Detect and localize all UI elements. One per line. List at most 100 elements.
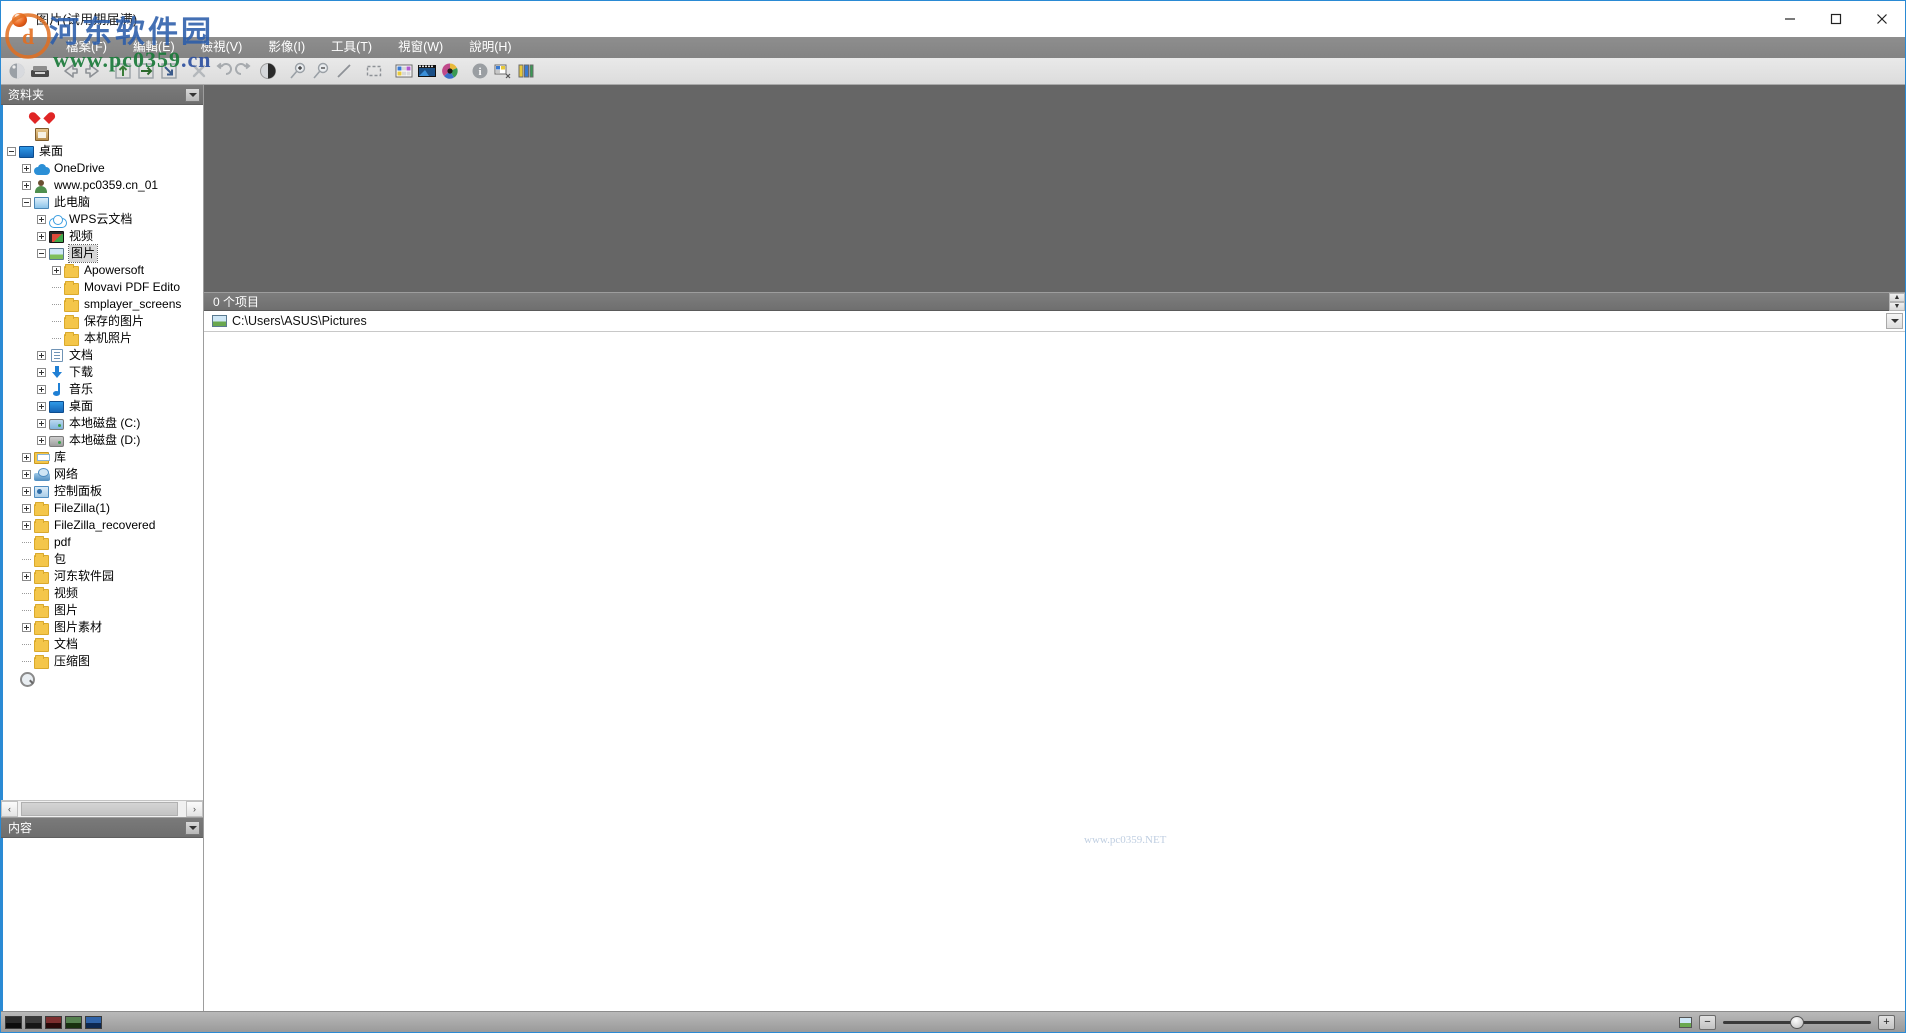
tree-item[interactable]: WPS云文档 [3,211,203,228]
tree-item[interactable]: 视频 [3,585,203,602]
delete-icon[interactable] [187,60,210,83]
tree-item[interactable]: 桌面 [3,143,203,160]
hscroll-thumb[interactable] [21,802,178,816]
tree-item[interactable]: 桌面 [3,398,203,415]
expand-icon[interactable] [37,419,46,428]
collapse-icon[interactable] [37,249,46,258]
zoom-slider[interactable] [1723,1015,1871,1030]
expand-icon[interactable] [37,368,46,377]
chevron-down-icon[interactable] [185,87,200,102]
file-list-area[interactable]: www.pc0359.NET [204,332,1905,1011]
zoom-slider-thumb[interactable] [1790,1015,1804,1029]
rotate-left-icon[interactable] [210,60,233,83]
expand-icon[interactable] [37,215,46,224]
tree-item[interactable]: 图片 [3,244,203,263]
thumb-5[interactable] [85,1015,102,1029]
move-right-icon[interactable] [134,60,157,83]
settings-icon[interactable] [438,60,461,83]
zoom-out-button[interactable]: − [1699,1014,1716,1030]
expand-icon[interactable] [22,623,31,632]
menu-item-tools[interactable]: 工具(T) [318,37,385,58]
expand-icon[interactable] [22,487,31,496]
tree-item[interactable]: pdf [3,534,203,551]
tree-item[interactable] [3,670,203,687]
zoom-in-icon[interactable] [286,60,309,83]
scanner-icon[interactable] [28,60,51,83]
tree-item[interactable]: 文档 [3,636,203,653]
expand-icon[interactable] [22,181,31,190]
crop-icon[interactable] [362,60,385,83]
menu-item-image[interactable]: 影像(I) [255,37,318,58]
rotate-right-icon[interactable] [233,60,256,83]
tree-item[interactable]: www.pc0359.cn_01 [3,177,203,194]
menu-item-view[interactable]: 檢視(V) [188,37,256,58]
zoom-in-button[interactable]: + [1878,1014,1895,1030]
tree-item[interactable]: 包 [3,551,203,568]
tree-item[interactable]: OneDrive [3,160,203,177]
tree-horizontal-scrollbar[interactable]: ‹ › [1,800,203,817]
expand-icon[interactable] [22,521,31,530]
hscroll-track[interactable] [18,801,186,817]
previous-image-icon[interactable] [58,60,81,83]
contrast-icon[interactable] [256,60,279,83]
minimize-button[interactable] [1767,1,1813,37]
tree-item[interactable] [3,109,203,126]
menu-item-edit[interactable]: 編輯(E) [120,37,188,58]
expand-icon[interactable] [22,572,31,581]
thumbnails-icon[interactable] [392,60,415,83]
tree-item[interactable]: 下载 [3,364,203,381]
maximize-button[interactable] [1813,1,1859,37]
thumb-3[interactable] [45,1015,62,1029]
tree-item[interactable]: 本机照片 [3,330,203,347]
expand-icon[interactable] [22,164,31,173]
tree-item[interactable]: 河东软件园 [3,568,203,585]
expand-icon[interactable] [22,470,31,479]
scroll-up-button[interactable]: ▲ [1889,293,1905,302]
tree-item[interactable]: smplayer_screens [3,296,203,313]
scroll-left-button[interactable]: ‹ [1,801,18,817]
browser-icon[interactable] [5,60,28,83]
expand-icon[interactable] [37,436,46,445]
thumb-2[interactable] [25,1015,42,1029]
tree-item[interactable]: Movavi PDF Edito [3,279,203,296]
expand-icon[interactable] [37,232,46,241]
thumb-4[interactable] [65,1015,82,1029]
tree-item[interactable]: 图片 [3,602,203,619]
menu-item-help[interactable]: 說明(H) [456,37,524,58]
filmstrip-icon[interactable] [415,60,438,83]
tree-item[interactable]: 库 [3,449,203,466]
list-scroll-arrows[interactable]: ▲ ▼ [1889,293,1905,311]
chevron-down-icon[interactable] [1886,313,1903,329]
tree-item[interactable]: 视频 [3,228,203,245]
expand-icon[interactable] [37,351,46,360]
expand-icon[interactable] [22,453,31,462]
zoom-out-icon[interactable] [309,60,332,83]
tree-item[interactable]: 文档 [3,347,203,364]
expand-icon[interactable] [52,266,61,275]
tree-item[interactable]: 保存的图片 [3,313,203,330]
image-preview-area[interactable] [204,85,1905,293]
batch-icon[interactable] [491,60,514,83]
tree-item[interactable]: 控制面板 [3,483,203,500]
scroll-down-button[interactable]: ▼ [1889,302,1905,311]
path-bar[interactable]: C:\Users\ASUS\Pictures [204,311,1905,332]
move-down-icon[interactable] [157,60,180,83]
tree-item[interactable]: 网络 [3,466,203,483]
tree-item[interactable]: Apowersoft [3,262,203,279]
tree-item[interactable]: 音乐 [3,381,203,398]
tree-item[interactable] [3,126,203,143]
scroll-right-button[interactable]: › [186,801,203,817]
close-button[interactable] [1859,1,1905,37]
chevron-down-icon[interactable] [185,820,200,835]
thumb-1[interactable] [5,1015,22,1029]
tree-item[interactable]: FileZilla(1) [3,500,203,517]
recent-thumbnails[interactable] [5,1015,102,1029]
expand-icon[interactable] [37,402,46,411]
tree-item[interactable]: 图片素材 [3,619,203,636]
move-up-icon[interactable] [111,60,134,83]
columns-icon[interactable] [514,60,537,83]
tree-item[interactable]: 本地磁盘 (D:) [3,432,203,449]
tree-item[interactable]: 压缩图 [3,653,203,670]
menu-item-window[interactable]: 視窗(W) [385,37,456,58]
tree-item[interactable]: FileZilla_recovered [3,517,203,534]
